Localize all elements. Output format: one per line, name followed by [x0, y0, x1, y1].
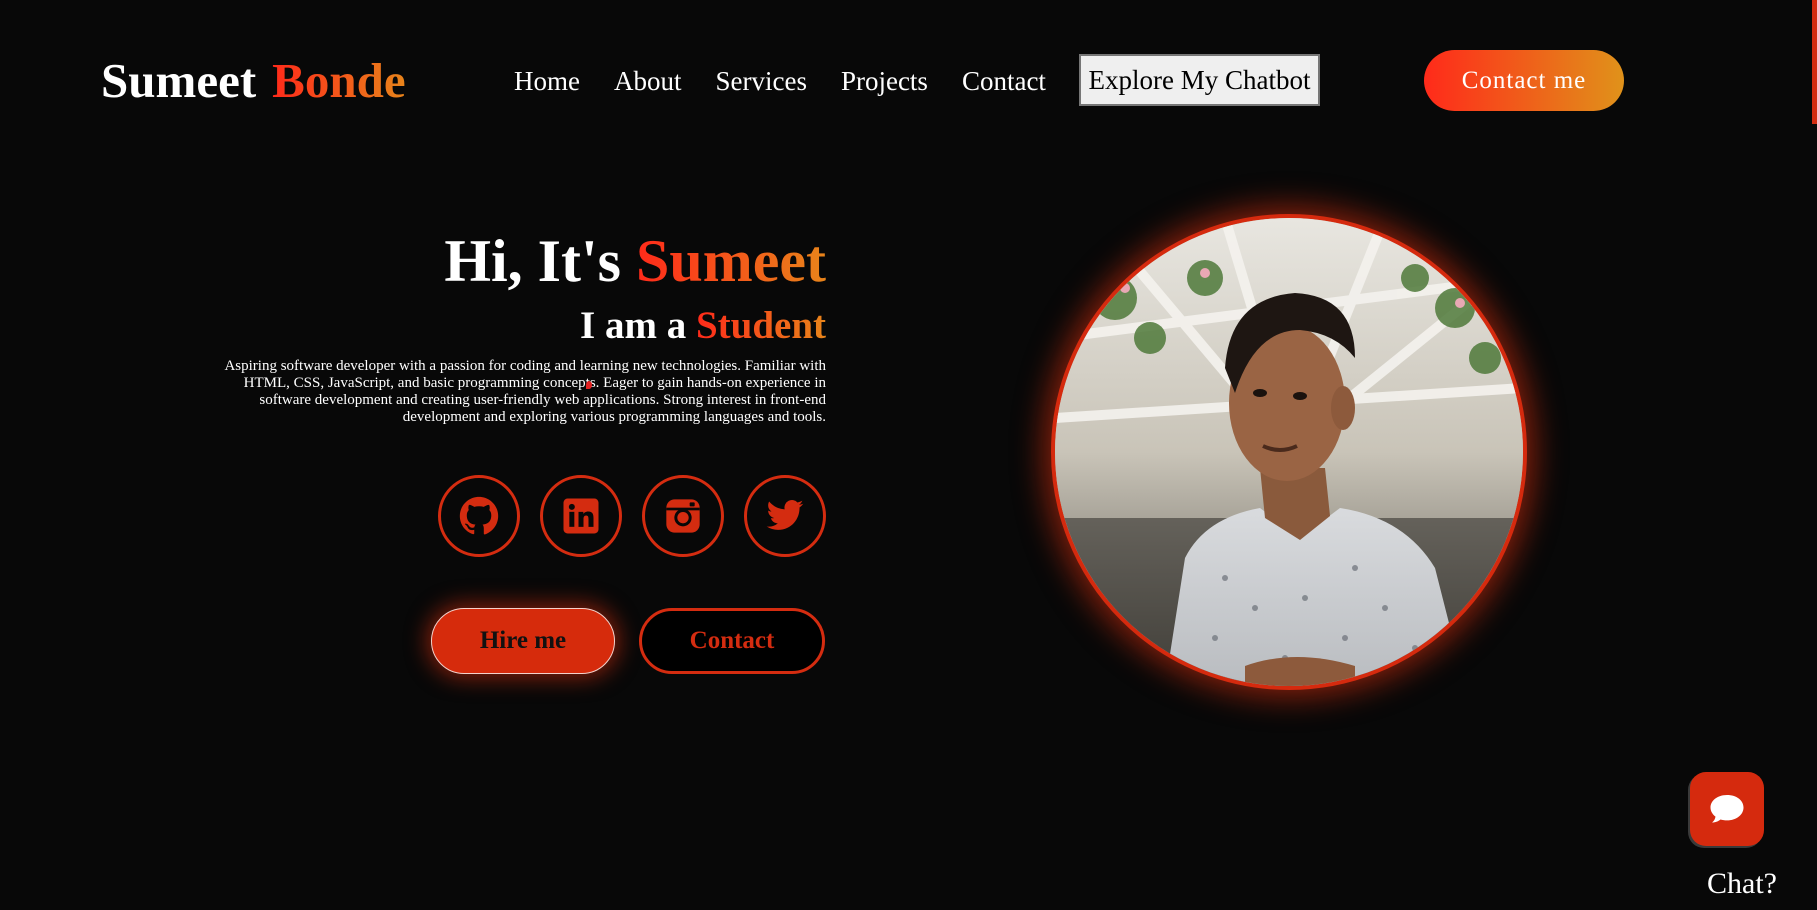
hire-me-button[interactable]: Hire me	[431, 608, 615, 674]
twitter-link[interactable]	[744, 475, 826, 557]
hero-description: Aspiring software developer with a passi…	[224, 358, 826, 425]
scroll-indicator	[1812, 0, 1817, 124]
hero-subtitle: I am a Student	[200, 298, 826, 354]
nav-item-about[interactable]: About	[614, 54, 682, 108]
mouse-cursor	[586, 381, 592, 389]
explore-chatbot-button[interactable]: Explore My Chatbot	[1079, 54, 1320, 106]
contact-me-button[interactable]: Contact me	[1424, 50, 1624, 111]
nav-item-contact[interactable]: Contact	[962, 54, 1046, 108]
linkedin-link[interactable]	[540, 475, 622, 557]
nav-item-services[interactable]: Services	[715, 54, 806, 108]
nav-item-home[interactable]: Home	[514, 54, 580, 108]
profile-photo-illustration	[1055, 218, 1523, 686]
linkedin-icon	[563, 498, 599, 534]
chat-label[interactable]: Chat?	[1707, 866, 1777, 902]
logo-first-name: Sumeet	[101, 53, 257, 108]
hero-role: Student	[695, 304, 826, 347]
github-link[interactable]	[438, 475, 520, 557]
main-nav: Home About Services Projects Contact	[514, 54, 1046, 108]
instagram-icon	[666, 499, 700, 533]
hero-name: Sumeet	[636, 228, 826, 294]
hero-title: Hi, It's Sumeet	[200, 224, 826, 298]
hero-greeting: Hi, It's	[444, 228, 637, 294]
instagram-link[interactable]	[642, 475, 724, 557]
hero-role-prefix: I am a	[580, 304, 696, 347]
profile-photo	[1051, 214, 1527, 690]
github-icon	[459, 496, 499, 535]
hero-section: Hi, It's Sumeet I am a Student Aspiring …	[200, 224, 826, 426]
twitter-icon	[766, 500, 804, 530]
site-logo[interactable]: Sumeet Bonde	[101, 50, 406, 112]
chat-bubble-icon	[1710, 795, 1744, 823]
chat-widget-button[interactable]	[1690, 772, 1764, 846]
contact-button[interactable]: Contact	[639, 608, 825, 674]
nav-item-projects[interactable]: Projects	[841, 54, 928, 108]
logo-last-name: Bonde	[272, 53, 406, 108]
social-links	[438, 475, 826, 557]
